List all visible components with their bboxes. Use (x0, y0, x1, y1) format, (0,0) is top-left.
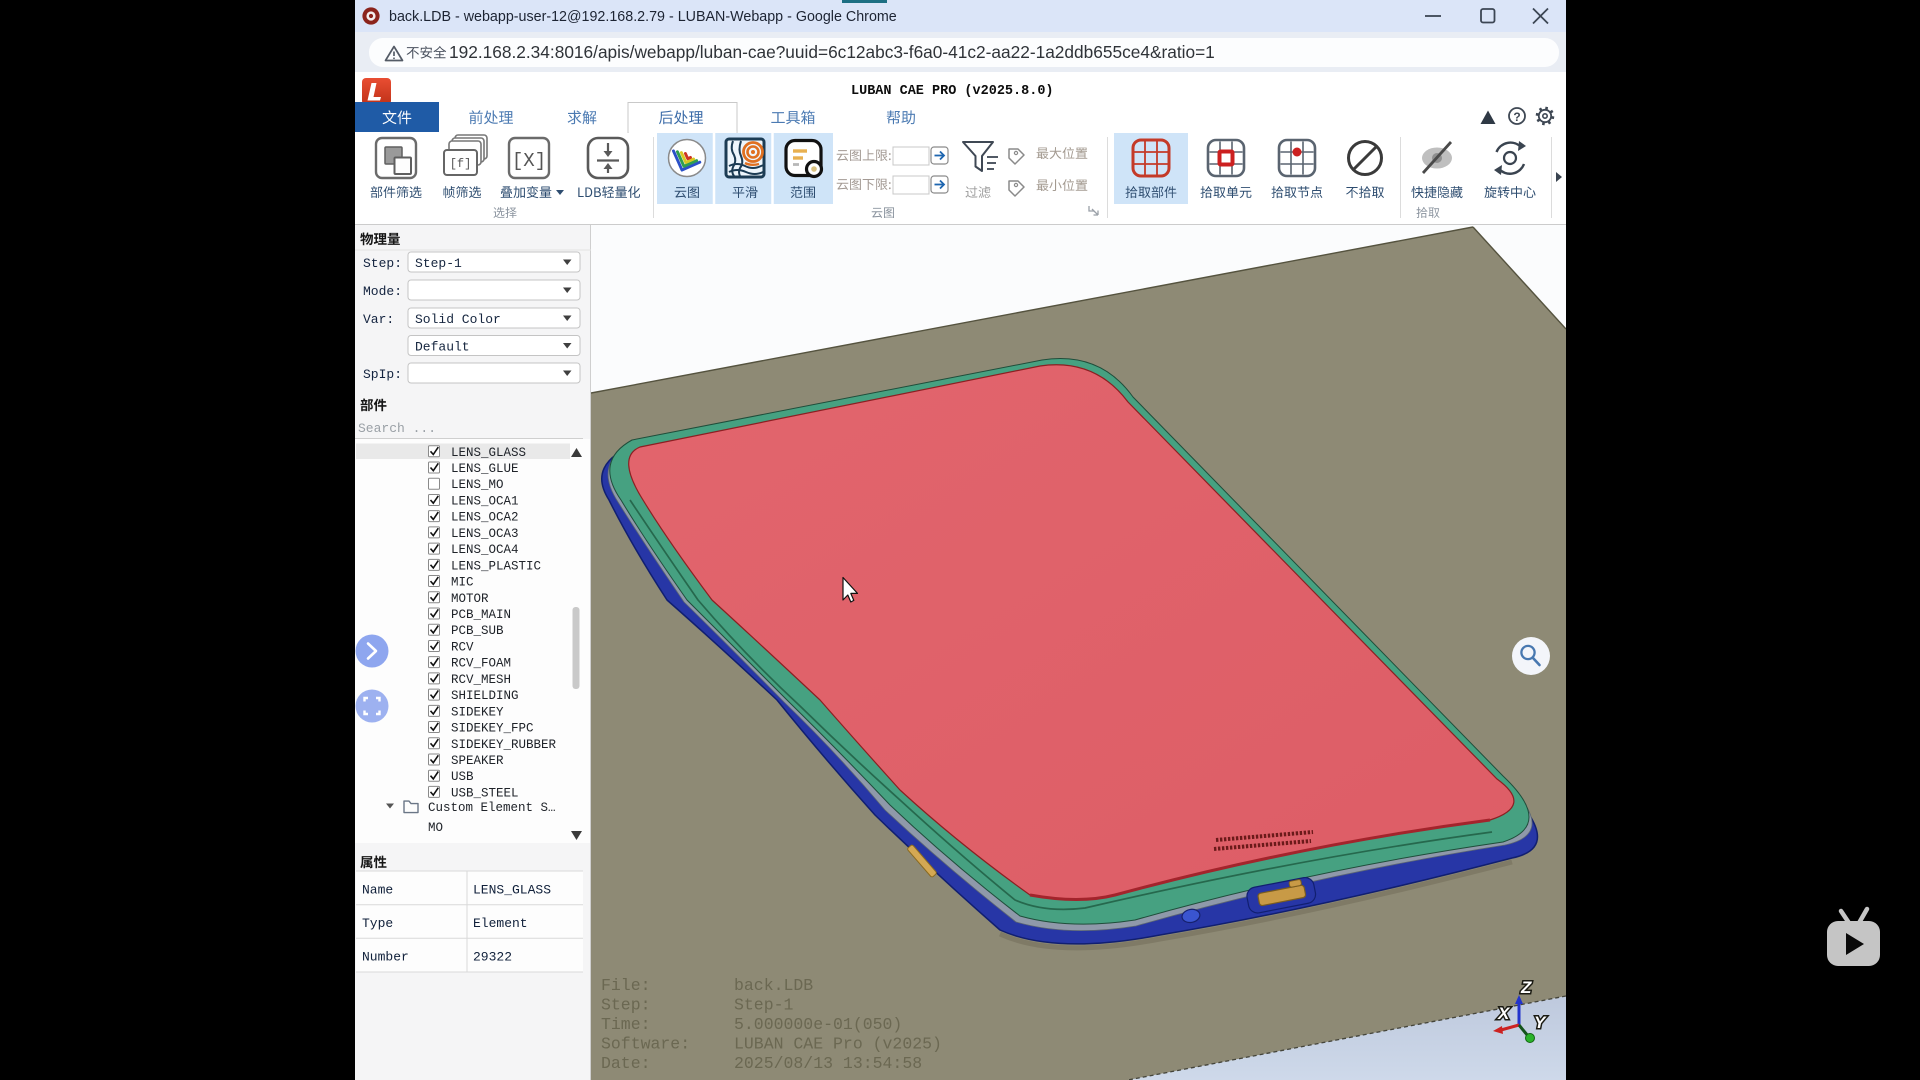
svg-text:MOTOR: MOTOR (451, 592, 489, 606)
svg-text:LENS_PLASTIC: LENS_PLASTIC (451, 559, 541, 573)
svg-text:LENS_OCA1: LENS_OCA1 (451, 494, 519, 508)
svg-text:RCV_MESH: RCV_MESH (451, 673, 511, 687)
svg-text:back.LDB - webapp-user-12@192.: back.LDB - webapp-user-12@192.168.2.79 -… (389, 9, 897, 25)
svg-text:Mode:: Mode: (363, 284, 402, 299)
svg-text:SIDEKEY_RUBBER: SIDEKEY_RUBBER (451, 738, 557, 752)
svg-text:Date:: Date: (601, 1054, 651, 1073)
svg-text:2025/08/13 13:54:58: 2025/08/13 13:54:58 (734, 1054, 922, 1073)
svg-text:Solid Color: Solid Color (415, 312, 501, 327)
svg-text:X: X (1497, 1004, 1511, 1023)
svg-text:[f]: [f] (450, 157, 472, 171)
svg-text:Element: Element (473, 916, 528, 931)
svg-text:Software:: Software: (601, 1035, 690, 1054)
svg-text:5.000000e-01(050): 5.000000e-01(050) (734, 1015, 902, 1034)
svg-text:back.LDB: back.LDB (734, 976, 813, 995)
svg-text:Step-1: Step-1 (415, 256, 462, 271)
svg-text:MIC: MIC (451, 576, 474, 590)
svg-text:SIDEKEY_FPC: SIDEKEY_FPC (451, 722, 534, 736)
svg-text:RCV: RCV (451, 640, 474, 654)
svg-text:LUBAN CAE Pro (v2025): LUBAN CAE Pro (v2025) (734, 1035, 942, 1054)
svg-text:Step-1: Step-1 (734, 996, 794, 1015)
svg-text:Default: Default (415, 340, 470, 355)
svg-text:192.168.2.34:8016/apis/webapp/: 192.168.2.34:8016/apis/webapp/luban-cae?… (449, 42, 1215, 62)
svg-text:Step:: Step: (601, 996, 651, 1015)
svg-text:29322: 29322 (473, 950, 512, 965)
svg-text:SpIp:: SpIp: (363, 367, 402, 382)
svg-text:LENS_OCA2: LENS_OCA2 (451, 511, 519, 525)
svg-text:RCV_FOAM: RCV_FOAM (451, 657, 511, 671)
svg-text:SPEAKER: SPEAKER (451, 754, 504, 768)
svg-text:SHIELDING: SHIELDING (451, 689, 519, 703)
svg-text:PCB_MAIN: PCB_MAIN (451, 608, 511, 622)
svg-text:?: ? (1513, 110, 1520, 124)
svg-text:SIDEKEY: SIDEKEY (451, 705, 504, 719)
svg-text:Y: Y (1534, 1013, 1547, 1032)
svg-text:USB: USB (451, 770, 474, 784)
svg-text:[X]: [X] (512, 150, 546, 172)
svg-text:MO: MO (428, 821, 443, 835)
svg-text:Type: Type (362, 916, 393, 931)
svg-text:Time:: Time: (601, 1015, 651, 1034)
svg-text:Number: Number (362, 950, 409, 965)
svg-text:USB_STEEL: USB_STEEL (451, 786, 519, 800)
svg-text:Search ...: Search ... (358, 421, 436, 436)
svg-text:Z: Z (1520, 978, 1532, 997)
svg-text:Name: Name (362, 883, 393, 898)
svg-text:LENS_MO: LENS_MO (451, 478, 504, 492)
svg-text:LUBAN CAE PRO (v2025.8.0): LUBAN CAE PRO (v2025.8.0) (851, 84, 1054, 99)
svg-text:PCB_SUB: PCB_SUB (451, 624, 504, 638)
svg-text:Var:: Var: (363, 312, 394, 327)
svg-text:LENS_OCA3: LENS_OCA3 (451, 527, 519, 541)
svg-text:LENS_OCA4: LENS_OCA4 (451, 543, 519, 557)
svg-text:LENS_GLUE: LENS_GLUE (451, 462, 519, 476)
svg-text:LENS_GLASS: LENS_GLASS (473, 883, 551, 898)
svg-text:LENS_GLASS: LENS_GLASS (451, 446, 526, 460)
svg-text:Step:: Step: (363, 256, 402, 271)
svg-text:File:: File: (601, 976, 651, 995)
svg-text:Custom Element S…: Custom Element S… (428, 801, 556, 815)
